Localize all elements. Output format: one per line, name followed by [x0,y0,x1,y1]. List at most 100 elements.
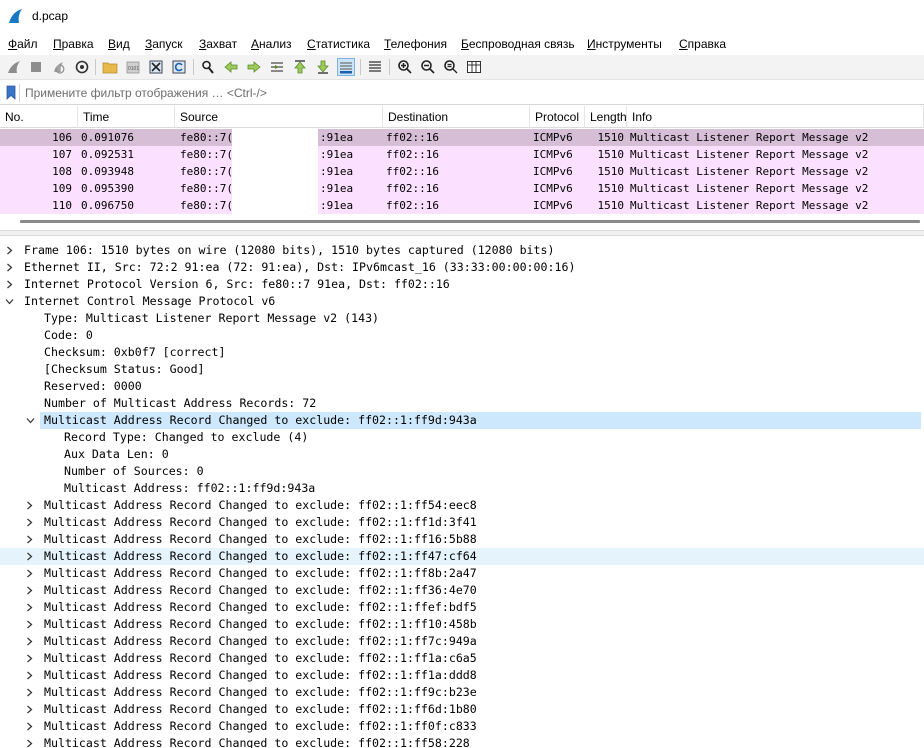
go-to-packet-button[interactable] [268,58,286,76]
packet-row[interactable]: 106 0.091076 fe80::7(:91ea ff02::16 ICMPv6 15… [0,129,924,146]
chevron-right-icon[interactable] [25,739,34,748]
column-header-protocol[interactable]: Protocol [530,106,585,128]
menu-9[interactable]: Беспроводная связь [461,37,575,51]
detail-tree-row[interactable]: Multicast Address Record Changed to excl… [0,650,924,667]
chevron-right-icon[interactable] [25,535,34,544]
detail-tree-row[interactable]: Multicast Address Record Changed to excl… [0,735,924,748]
detail-tree-row[interactable]: Record Type: Changed to exclude (4) [0,429,924,446]
detail-tree-row[interactable]: Frame 106: 1510 bytes on wire (12080 bit… [0,242,924,259]
chevron-right-icon[interactable] [5,246,14,255]
chevron-right-icon[interactable] [25,671,34,680]
packet-row[interactable]: 107 0.092531 fe80::7(:91ea ff02::16 ICMPv6 15… [0,146,924,163]
chevron-right-icon[interactable] [25,654,34,663]
column-header-time[interactable]: Time [78,106,175,128]
zoom-in-button[interactable] [396,58,414,76]
column-header-no[interactable]: No. [0,106,78,128]
restart-capture-button[interactable] [50,58,68,76]
detail-tree-row[interactable]: Checksum: 0xb0f7 [correct] [0,344,924,361]
menu-6[interactable]: Анализ [251,37,292,51]
chevron-right-icon[interactable] [25,518,34,527]
menu-8[interactable]: Телефония [384,37,447,51]
column-header-destination[interactable]: Destination [383,106,530,128]
detail-tree-row[interactable]: Multicast Address Record Changed to excl… [0,718,924,735]
detail-tree-row[interactable]: Multicast Address Record Changed to excl… [0,548,924,565]
chevron-right-icon[interactable] [25,586,34,595]
detail-tree-row[interactable]: Number of Multicast Address Records: 72 [0,395,924,412]
stop-capture-button[interactable] [27,58,45,76]
detail-tree-row[interactable]: Ethernet II, Src: 72:2 91:ea (72: 91:ea)… [0,259,924,276]
detail-tree-row[interactable]: Multicast Address Record Changed to excl… [0,616,924,633]
detail-tree-row[interactable]: Multicast Address Record Changed to excl… [0,599,924,616]
reload-file-button[interactable] [170,58,188,76]
detail-text: [Checksum Status: Good] [44,362,205,376]
start-capture-button[interactable] [5,58,23,76]
detail-text: Frame 106: 1510 bytes on wire (12080 bit… [24,243,555,257]
resize-columns-button[interactable] [465,58,483,76]
first-packet-button[interactable] [291,58,309,76]
detail-tree-row[interactable]: Multicast Address: ff02::1:ff9d:943a [0,480,924,497]
detail-tree-row[interactable]: Aux Data Len: 0 [0,446,924,463]
find-packet-button[interactable] [199,58,217,76]
column-header-length[interactable]: Length [585,106,627,128]
chevron-right-icon[interactable] [25,569,34,578]
menu-7[interactable]: Статистика [307,37,370,51]
go-forward-button[interactable] [245,58,263,76]
detail-tree-row[interactable]: Multicast Address Record Changed to excl… [0,701,924,718]
detail-tree-row[interactable]: Type: Multicast Listener Report Message … [0,310,924,327]
capture-options-button[interactable] [73,58,91,76]
packet-row[interactable]: 110 0.096750 fe80::7(:91ea ff02::16 ICMPv6 15… [0,197,924,214]
chevron-right-icon[interactable] [25,552,34,561]
detail-text: Internet Control Message Protocol v6 [24,294,276,308]
detail-tree-row[interactable]: Code: 0 [0,327,924,344]
chevron-right-icon[interactable] [25,705,34,714]
chevron-right-icon[interactable] [25,620,34,629]
detail-tree-row[interactable]: Multicast Address Record Changed to excl… [0,582,924,599]
packet-row[interactable]: 108 0.093948 fe80::7(:91ea ff02::16 ICMPv6 15… [0,163,924,180]
zoom-out-button[interactable] [419,58,437,76]
detail-tree-row[interactable]: Multicast Address Record Changed to excl… [0,514,924,531]
colorize-button[interactable] [366,58,384,76]
chevron-down-icon[interactable] [5,297,14,306]
chevron-right-icon[interactable] [25,501,34,510]
chevron-right-icon[interactable] [5,280,14,289]
normal-size-button[interactable] [442,58,460,76]
detail-tree-row[interactable]: Number of Sources: 0 [0,463,924,480]
open-file-button[interactable] [101,58,119,76]
detail-tree-row[interactable]: Multicast Address Record Changed to excl… [0,633,924,650]
chevron-right-icon[interactable] [25,722,34,731]
close-file-button[interactable] [147,58,165,76]
menu-11[interactable]: Справка [679,37,726,51]
menu-5[interactable]: Захват [199,37,237,51]
detail-tree-row[interactable]: Multicast Address Record Changed to excl… [0,565,924,582]
detail-tree-row[interactable]: Multicast Address Record Changed to excl… [0,684,924,701]
chevron-right-icon[interactable] [25,603,34,612]
detail-tree-row[interactable]: [Checksum Status: Good] [0,361,924,378]
detail-tree-row[interactable]: Internet Control Message Protocol v6 [0,293,924,310]
detail-tree-row[interactable]: Multicast Address Record Changed to excl… [0,531,924,548]
save-file-button[interactable]: 0101 [124,58,142,76]
menu-10[interactable]: Инструменты [587,37,662,51]
chevron-right-icon[interactable] [25,688,34,697]
autoscroll-button[interactable] [337,58,355,76]
last-packet-button[interactable] [314,58,332,76]
menu-1[interactable]: Файл [8,37,38,51]
go-back-button[interactable] [222,58,240,76]
filter-bookmark-icon[interactable] [6,85,16,100]
normal-size-icon [444,60,458,74]
chevron-right-icon[interactable] [5,263,14,272]
column-header-info[interactable]: Info [627,106,924,128]
packet-list-scrollbar[interactable] [20,220,920,223]
detail-tree-row[interactable]: Multicast Address Record Changed to excl… [26,412,921,429]
menu-2[interactable]: Правка [53,37,94,51]
detail-tree-row[interactable]: Multicast Address Record Changed to excl… [0,667,924,684]
display-filter-input[interactable]: Примените фильтр отображения … <Ctrl-/> [19,84,924,102]
detail-tree-row[interactable]: Reserved: 0000 [0,378,924,395]
detail-tree-row[interactable]: Multicast Address Record Changed to excl… [0,497,924,514]
detail-tree-row[interactable]: Internet Protocol Version 6, Src: fe80::… [0,276,924,293]
packet-row[interactable]: 109 0.095390 fe80::7(:91ea ff02::16 ICMPv6 15… [0,180,924,197]
menu-4[interactable]: Запуск [145,37,183,51]
chevron-down-icon[interactable] [26,416,35,425]
chevron-right-icon[interactable] [25,637,34,646]
menu-3[interactable]: Вид [108,37,130,51]
column-header-source[interactable]: Source [175,106,383,128]
